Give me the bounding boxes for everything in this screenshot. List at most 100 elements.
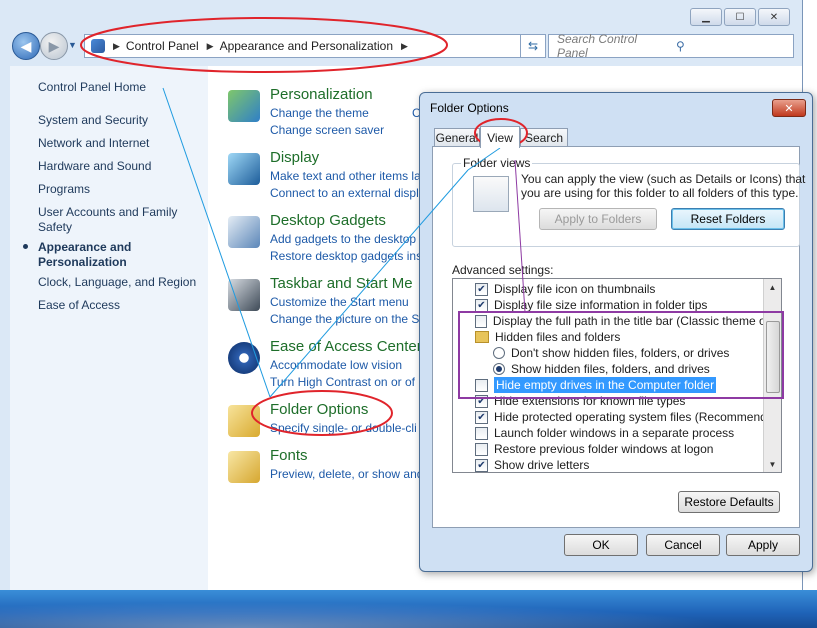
setting-label: Display file size information in folder … [494, 298, 708, 312]
category-title[interactable]: Fonts [270, 447, 308, 464]
setting-label: Display the full path in the title bar (… [492, 314, 782, 328]
checkbox[interactable]: ✔ [475, 394, 488, 408]
search-input[interactable]: Search Control Panel ⚲ [548, 32, 794, 60]
breadcrumb-appearance[interactable]: Appearance and Personalization [220, 39, 393, 53]
sidebar-item-system-security[interactable]: System and Security [38, 113, 203, 128]
tab-general[interactable]: General [434, 128, 480, 147]
recent-pages-dropdown[interactable]: ▼ [68, 40, 77, 50]
setting-row[interactable]: ✔ Hide protected operating system files (… [475, 409, 782, 425]
sidebar-item-ease-of-access[interactable]: Ease of Access [38, 298, 203, 313]
category-title[interactable]: Ease of Access Center [270, 338, 422, 355]
settings-scrollbar[interactable]: ▲ ▼ [763, 279, 781, 472]
category-link[interactable]: Customize the Start menu [270, 295, 409, 309]
tab-view[interactable]: View [480, 126, 520, 148]
folder-views-icon [473, 176, 509, 212]
reset-folders-button[interactable]: Reset Folders [671, 208, 785, 230]
back-arrow-icon: ◀ [20, 37, 32, 54]
advanced-settings-list[interactable]: ✔ Display file icon on thumbnails ✔ Displa… [452, 278, 782, 473]
forward-button[interactable]: ▶ [40, 32, 68, 60]
category-link[interactable]: Change screen saver [270, 123, 384, 137]
checkbox[interactable]: ✔ [475, 410, 488, 424]
close-icon: ✕ [784, 102, 794, 115]
tab-search[interactable]: Search [520, 128, 568, 147]
display-icon [228, 153, 260, 185]
checkbox[interactable] [475, 442, 488, 456]
setting-row[interactable]: Launch folder windows in a separate proc… [475, 425, 781, 441]
category-title[interactable]: Display [270, 149, 319, 166]
apply-button[interactable]: Apply [726, 534, 800, 556]
sidebar-item-hardware[interactable]: Hardware and Sound [38, 159, 203, 174]
taskbar-icon [228, 279, 260, 311]
setting-row[interactable]: ✔ Hide extensions for known file types [475, 393, 781, 409]
fonts-icon [228, 451, 260, 483]
category-link[interactable]: Change the picture on the S [270, 312, 419, 326]
category-link[interactable]: Restore desktop gadgets inst [270, 249, 425, 263]
sidebar: Control Panel Home System and Security N… [10, 66, 208, 590]
setting-label: Show drive letters [494, 458, 590, 472]
checkbox[interactable] [475, 426, 488, 440]
address-bar[interactable]: ▶ Control Panel ▶ Appearance and Persona… [84, 34, 526, 58]
setting-label: Display file icon on thumbnails [494, 282, 656, 296]
setting-label: Launch folder windows in a separate proc… [494, 426, 735, 440]
folder-views-legend: Folder views [461, 156, 533, 170]
category-title[interactable]: Folder Options [270, 401, 368, 418]
setting-row-selected[interactable]: Hide empty drives in the Computer folder [475, 377, 781, 393]
setting-group-row: Hidden files and folders [475, 329, 781, 345]
breadcrumb-separator[interactable]: ▶ [401, 41, 408, 52]
restore-defaults-button[interactable]: Restore Defaults [678, 491, 780, 513]
sidebar-home-link[interactable]: Control Panel Home [38, 80, 203, 95]
minimize-button[interactable]: ▁ [690, 8, 722, 26]
sidebar-item-network[interactable]: Network and Internet [38, 136, 203, 151]
scroll-up-icon[interactable]: ▲ [764, 279, 781, 295]
setting-row[interactable]: ✔ Display file icon on thumbnails [475, 281, 781, 297]
forward-arrow-icon: ▶ [48, 37, 60, 54]
sidebar-item-programs[interactable]: Programs [38, 182, 203, 197]
folder-views-text-1: You can apply the view (such as Details … [521, 172, 806, 186]
dialog-close-button[interactable]: ✕ [772, 99, 806, 117]
category-link[interactable]: Make text and other items la [270, 169, 421, 183]
apply-to-folders-button[interactable]: Apply to Folders [539, 208, 657, 230]
sidebar-item-user-accounts[interactable]: User Accounts and Family Safety [38, 205, 203, 235]
search-icon[interactable]: ⚲ [676, 39, 787, 53]
ease-of-access-icon [228, 342, 260, 374]
checkbox[interactable] [475, 314, 487, 328]
breadcrumb-separator: ▶ [113, 40, 120, 51]
setting-row[interactable]: Restore previous folder windows at logon [475, 441, 781, 457]
category-link[interactable]: Add gadgets to the desktop [270, 232, 416, 246]
ok-button[interactable]: OK [564, 534, 638, 556]
category-title[interactable]: Taskbar and Start Me [270, 275, 413, 292]
radio-button[interactable] [493, 363, 505, 375]
cancel-button[interactable]: Cancel [646, 534, 720, 556]
setting-row[interactable]: ✔ Display file size information in folder… [475, 297, 781, 313]
scroll-down-icon[interactable]: ▼ [764, 456, 781, 472]
category-link[interactable]: Accommodate low vision [270, 358, 402, 372]
refresh-button[interactable]: ⇆ [520, 34, 546, 58]
setting-label: Hide protected operating system files (R… [494, 410, 782, 424]
checkbox[interactable]: ✔ [475, 298, 488, 312]
sidebar-item-appearance[interactable]: Appearance and Personalization [38, 240, 148, 270]
gadgets-icon [228, 216, 260, 248]
setting-row[interactable]: Show hidden files, folders, and drives [493, 361, 781, 377]
maximize-button[interactable]: ☐ [724, 8, 756, 26]
category-link[interactable]: Preview, delete, or show and [270, 467, 423, 481]
setting-row[interactable]: Don't show hidden files, folders, or dri… [493, 345, 781, 361]
category-title[interactable]: Personalization [270, 86, 373, 103]
close-button[interactable]: ✕ [758, 8, 790, 26]
checkbox[interactable]: ✔ [475, 282, 488, 296]
scroll-thumb[interactable] [766, 321, 780, 393]
folder-options-dialog: Folder Options ✕ General View Search Fol… [419, 92, 813, 572]
category-title[interactable]: Desktop Gadgets [270, 212, 386, 229]
checkbox[interactable]: ✔ [475, 458, 488, 472]
folder-options-icon [228, 405, 260, 437]
category-link[interactable]: Specify single- or double-cli [270, 421, 417, 435]
sidebar-item-clock-language[interactable]: Clock, Language, and Region [38, 275, 203, 290]
setting-row[interactable]: ✔ Show drive letters [475, 457, 781, 472]
checkbox[interactable] [475, 378, 488, 392]
back-button[interactable]: ◀ [12, 32, 40, 60]
category-link[interactable]: Change the theme [270, 106, 369, 120]
breadcrumb-control-panel[interactable]: Control Panel [126, 39, 199, 53]
setting-row[interactable]: Display the full path in the title bar (… [475, 313, 782, 329]
radio-button[interactable] [493, 347, 505, 359]
category-link[interactable]: Turn High Contrast on or of [270, 375, 415, 389]
category-link[interactable]: Connect to an external displ [270, 186, 419, 200]
